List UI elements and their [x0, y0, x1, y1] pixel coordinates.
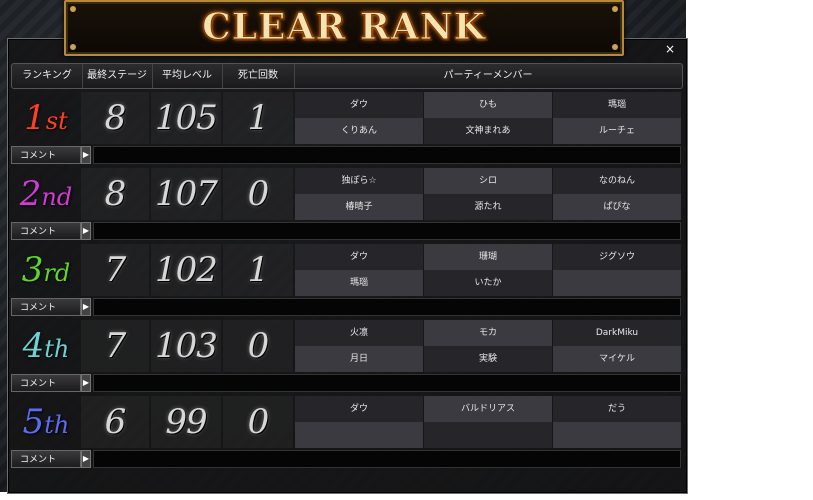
member-name: DarkMiku	[553, 320, 681, 346]
rank-label: 5th	[11, 396, 81, 448]
average-level-value: 102	[151, 244, 221, 296]
rank-number: 1	[24, 98, 46, 138]
rank-number: 5	[22, 402, 45, 442]
comment-bar: コメント ▶	[11, 450, 681, 468]
comment-expand-button[interactable]: ▶	[81, 298, 91, 316]
rank-number: 4	[22, 326, 45, 366]
member-name: シロ	[424, 168, 552, 194]
rank-row-3: 3rd 7 102 1 ダウ 珊瑚 ジグソウ 瑪瑙 いたか コメント ▶	[11, 244, 681, 316]
member-name: バルドリアス	[424, 396, 552, 422]
member-name: マイケル	[553, 346, 681, 372]
member-name: なのねん	[553, 168, 681, 194]
member-name: モカ	[424, 320, 552, 346]
rank-row-2: 2nd 8 107 0 独ぽら☆ シロ なのねん 椿晴子 源たれ ぱぴな コメン…	[11, 168, 681, 240]
average-level-value: 107	[151, 168, 221, 220]
member-name: ひも	[424, 92, 552, 118]
comment-field[interactable]	[93, 222, 681, 240]
member-name: いたか	[424, 270, 552, 296]
member-name: 源たれ	[424, 194, 552, 220]
rank-suffix: th	[44, 411, 70, 439]
comment-bar: コメント ▶	[11, 222, 681, 240]
member-name: 瑪瑙	[553, 92, 681, 118]
comment-bar: コメント ▶	[11, 298, 681, 316]
death-count-value: 1	[223, 92, 293, 144]
comment-expand-button[interactable]: ▶	[81, 450, 91, 468]
comment-label: コメント	[11, 298, 81, 316]
comment-bar: コメント ▶	[11, 146, 681, 164]
comment-label: コメント	[11, 146, 81, 164]
member-name: 文神まれあ	[424, 118, 552, 144]
header-final-stage: 最終ステージ	[82, 64, 153, 88]
member-name: 珊瑚	[424, 244, 552, 270]
member-name	[553, 422, 681, 448]
rank-row-4: 4th 7 103 0 火凛 モカ DarkMiku 月日 実験 マイケル コメ…	[11, 320, 681, 392]
member-name: ぱぴな	[553, 194, 681, 220]
rank-label: 3rd	[11, 244, 81, 296]
header-party-members: パーティーメンバー	[443, 70, 533, 81]
member-name: 月日	[295, 346, 423, 372]
rank-row-5: 5th 6 99 0 ダウ バルドリアス だう コメント ▶	[11, 396, 681, 468]
title-banner: CLEAR RANK	[64, 0, 624, 56]
rank-suffix: th	[44, 335, 70, 363]
member-name: ダウ	[295, 92, 423, 118]
comment-label: コメント	[11, 450, 81, 468]
member-name: 瑪瑙	[295, 270, 423, 296]
comment-label: コメント	[11, 222, 81, 240]
comment-field[interactable]	[93, 298, 681, 316]
member-name	[553, 270, 681, 296]
close-button[interactable]: ×	[663, 42, 677, 56]
member-name: ルーチェ	[553, 118, 681, 144]
comment-expand-button[interactable]: ▶	[81, 222, 91, 240]
party-members: 独ぽら☆ シロ なのねん 椿晴子 源たれ ぱぴな	[295, 168, 681, 220]
member-name: 椿晴子	[295, 194, 423, 220]
header-deaths: 死亡回数	[222, 64, 295, 88]
header-average-level: 平均レベル	[152, 64, 223, 88]
final-stage-value: 6	[81, 396, 149, 448]
member-name: くりあん	[295, 118, 423, 144]
rank-row-1: 1st 8 105 1 ダウ ひも 瑪瑙 くりあん 文神まれあ ルーチェ コメン…	[11, 92, 681, 164]
rank-suffix: nd	[41, 183, 73, 211]
comment-expand-button[interactable]: ▶	[81, 374, 91, 392]
final-stage-value: 8	[81, 168, 149, 220]
comment-label: コメント	[11, 374, 81, 392]
rank-suffix: st	[45, 107, 68, 135]
comment-field[interactable]	[93, 450, 681, 468]
window-title: CLEAR RANK	[202, 6, 486, 49]
party-members: ダウ ひも 瑪瑙 くりあん 文神まれあ ルーチェ	[295, 92, 681, 144]
party-members: 火凛 モカ DarkMiku 月日 実験 マイケル	[295, 320, 681, 372]
member-name: 独ぽら☆	[295, 168, 423, 194]
member-name: だう	[553, 396, 681, 422]
comment-field[interactable]	[93, 374, 681, 392]
party-members: ダウ バルドリアス だう	[295, 396, 681, 448]
death-count-value: 1	[223, 244, 293, 296]
header-ranking: ランキング	[12, 64, 83, 88]
comment-expand-button[interactable]: ▶	[81, 146, 91, 164]
rank-suffix: rd	[43, 259, 71, 287]
final-stage-value: 7	[81, 320, 149, 372]
member-name: 火凛	[295, 320, 423, 346]
member-name	[295, 422, 423, 448]
rank-number: 2	[19, 174, 42, 214]
death-count-value: 0	[223, 320, 293, 372]
member-name: 実験	[424, 346, 552, 372]
comment-field[interactable]	[93, 146, 681, 164]
table-header: ランキング 最終ステージ 平均レベル 死亡回数 パーティーメンバー	[11, 63, 683, 89]
final-stage-value: 8	[81, 92, 149, 144]
member-name: ダウ	[295, 396, 423, 422]
comment-bar: コメント ▶	[11, 374, 681, 392]
average-level-value: 99	[151, 396, 221, 448]
rank-label: 2nd	[11, 168, 81, 220]
rank-label: 1st	[11, 92, 81, 144]
member-name: ジグソウ	[553, 244, 681, 270]
average-level-value: 103	[151, 320, 221, 372]
average-level-value: 105	[151, 92, 221, 144]
death-count-value: 0	[223, 396, 293, 448]
final-stage-value: 7	[81, 244, 149, 296]
rank-label: 4th	[11, 320, 81, 372]
rank-number: 3	[21, 250, 44, 290]
member-name: ダウ	[295, 244, 423, 270]
party-members: ダウ 珊瑚 ジグソウ 瑪瑙 いたか	[295, 244, 681, 296]
member-name	[424, 422, 552, 448]
death-count-value: 0	[223, 168, 293, 220]
